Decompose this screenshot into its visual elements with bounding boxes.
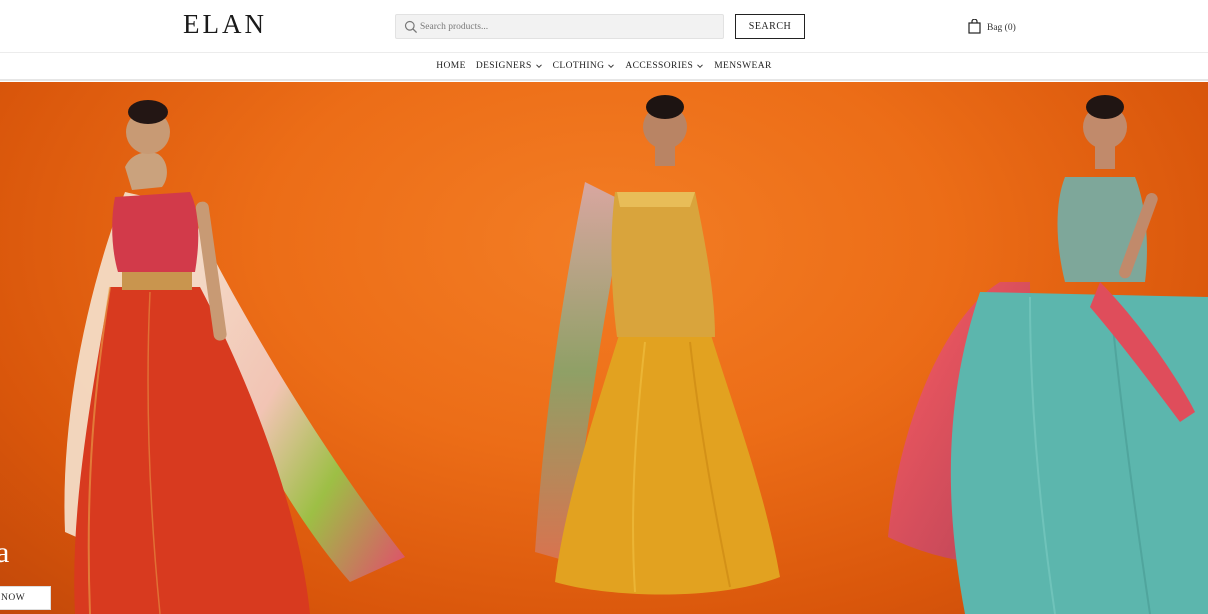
search-input[interactable] xyxy=(420,15,720,38)
nav-item-label: HOME xyxy=(436,61,466,71)
hero-model-red-lehenga xyxy=(64,100,405,614)
nav-item-label: CLOTHING xyxy=(552,61,605,71)
main-nav: HOME DESIGNERS CLOTHING ACCESSORIES MENS… xyxy=(0,53,1208,81)
search-icon xyxy=(404,20,418,34)
bag-link[interactable]: Bag (0) xyxy=(968,19,1016,34)
search-box xyxy=(395,14,724,39)
site-header: ELAN SEARCH Bag (0) xyxy=(0,0,1208,53)
bag-icon xyxy=(968,19,981,34)
nav-item-clothing[interactable]: CLOTHING xyxy=(553,61,616,71)
nav-item-designers[interactable]: DESIGNERS xyxy=(476,61,543,71)
nav-item-accessories[interactable]: ACCESSORIES xyxy=(625,61,704,71)
hero-model-teal-lehenga xyxy=(888,95,1208,614)
nav-item-menswear[interactable]: MENSWEAR xyxy=(714,61,772,71)
chevron-down-icon xyxy=(535,64,542,69)
hero-heading: a xyxy=(0,536,10,569)
shop-now-button[interactable]: NOW xyxy=(0,586,51,610)
nav-item-home[interactable]: HOME xyxy=(436,61,466,71)
hero-model-mustard-lehenga xyxy=(535,95,780,595)
nav-item-label: MENSWEAR xyxy=(714,61,772,71)
chevron-down-icon xyxy=(608,64,615,69)
bag-label: Bag (0) xyxy=(987,23,1016,33)
brand-logo[interactable]: ELAN xyxy=(183,9,267,40)
nav-item-label: ACCESSORIES xyxy=(625,61,694,71)
hero-banner[interactable]: a xyxy=(0,82,1208,614)
chevron-down-icon xyxy=(697,64,704,69)
search-button[interactable]: SEARCH xyxy=(735,14,805,39)
nav-item-label: DESIGNERS xyxy=(475,61,532,71)
